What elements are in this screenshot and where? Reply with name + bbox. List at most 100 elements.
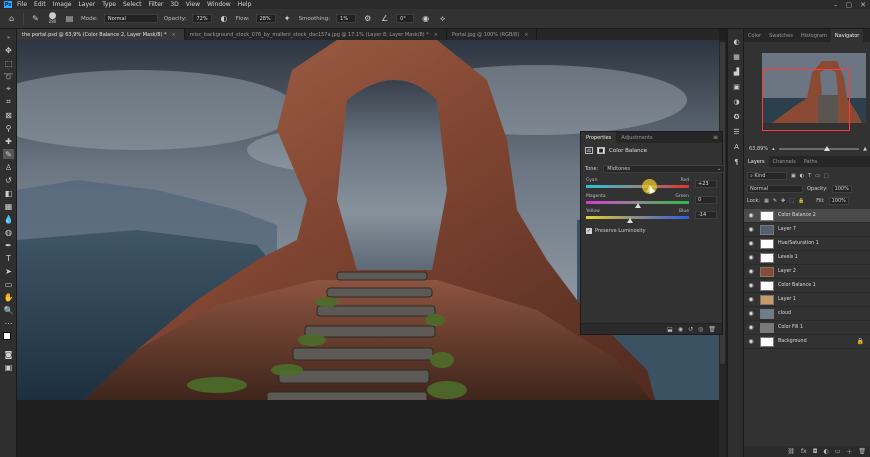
swatches-panel-icon[interactable]: ▦ [731,52,742,62]
yellow-blue-slider[interactable]: Yellow Blue -14 [586,209,717,225]
magenta-green-slider[interactable]: Magenta Green 0 [586,194,717,210]
paragraph-panel-icon[interactable]: ¶ [731,157,742,167]
link-layers-icon[interactable]: ⛓ [787,448,795,455]
filter-pixel-icon[interactable]: ▣ [791,173,796,179]
tab-portal-jpg[interactable]: Portal.jpg @ 100% (RGB/8) × [447,29,538,40]
brush-tool-icon[interactable]: ✎ [3,149,14,159]
menu-file[interactable]: File [17,1,27,8]
layer-thumbnail[interactable] [760,322,774,333]
slider-knob[interactable] [627,218,634,223]
layer-name[interactable]: Layer 7 [778,227,796,232]
new-adjustment-icon[interactable]: ◐ [823,448,828,455]
tab-swatches[interactable]: Swatches [765,29,797,42]
opacity-field[interactable]: 72% [192,14,213,23]
menu-view[interactable]: View [186,1,200,8]
layer-row[interactable]: ◉ Layer 2 [744,265,870,279]
layer-name[interactable]: Color Balance 1 [778,283,816,288]
slider-value-field[interactable]: 0 [695,196,717,204]
smoothing-field[interactable]: 1% [336,14,357,23]
layer-name[interactable]: Color Fill 1 [778,325,803,330]
layer-thumbnail[interactable] [760,210,774,221]
airbrush-icon[interactable]: ✦ [282,13,293,24]
menu-window[interactable]: Window [207,1,231,8]
eye-icon[interactable]: ◉ [746,282,756,289]
new-group-icon[interactable]: ▭ [835,448,841,455]
marquee-tool-icon[interactable]: ⬚ [3,58,14,68]
close-tab-icon[interactable]: × [172,32,176,38]
mask-icon[interactable]: ■ [597,147,605,154]
navigator-view-rectangle[interactable] [762,69,850,131]
layer-thumbnail[interactable] [760,336,774,347]
lock-image-icon[interactable]: ✎ [773,198,777,204]
history-brush-tool-icon[interactable]: ↺ [3,175,14,185]
layer-row[interactable]: ◉ Color Fill 1 [744,321,870,335]
zoom-tool-icon[interactable]: 🔍 [3,305,14,315]
tab-channels[interactable]: Channels [769,155,800,168]
filter-type-icon[interactable]: T [808,173,811,179]
filter-smart-icon[interactable]: ⬚ [824,173,829,179]
histogram-panel-icon[interactable]: ▟ [731,67,742,77]
menu-type[interactable]: Type [102,1,116,8]
blur-tool-icon[interactable]: 💧 [3,214,14,224]
layer-row[interactable]: ◉ Background 🔒 [744,335,870,349]
pen-tool-icon[interactable]: ✒ [3,240,14,250]
layer-name[interactable]: Hue/Saturation 1 [778,241,819,246]
layer-thumbnail[interactable] [760,294,774,305]
layer-thumbnail[interactable] [760,238,774,249]
quick-mask-icon[interactable]: ◙ [3,349,14,359]
lock-all-icon[interactable]: 🔒 [798,198,804,204]
clone-stamp-tool-icon[interactable]: ♙ [3,162,14,172]
layer-thumbnail[interactable] [760,308,774,319]
layer-row[interactable]: ◉ Levels 1 [744,251,870,265]
tab-histogram[interactable]: Histogram [797,29,831,42]
view-previous-icon[interactable]: ◉ [678,326,683,333]
minimize-button[interactable]: – [834,1,838,9]
new-layer-icon[interactable]: ＋ [846,447,852,456]
filter-adjustment-icon[interactable]: ◐ [800,173,804,179]
slider-track[interactable] [586,216,689,219]
close-window-button[interactable]: ✕ [860,1,866,9]
layer-row[interactable]: ◉ Layer 1 [744,293,870,307]
layer-name[interactable]: cloud [778,311,791,316]
mode-select[interactable]: Normal [103,14,158,23]
tab-the-portal[interactable]: the portal.psd @ 63,9% (Color Balance 2,… [17,29,185,40]
pressure-opacity-icon[interactable]: ◐ [218,13,229,24]
menu-edit[interactable]: Edit [34,1,46,8]
layer-thumbnail[interactable] [760,224,774,235]
slider-value-field[interactable]: +23 [695,180,717,188]
eye-icon[interactable]: ◉ [746,240,756,247]
zoom-in-icon[interactable]: ▲ [863,146,867,152]
menu-3d[interactable]: 3D [170,1,178,8]
navigator-panel-icon[interactable]: ▣ [731,82,742,92]
close-tab-icon[interactable]: × [434,32,438,38]
tab-layers[interactable]: Layers [744,155,769,168]
trash-icon[interactable]: 🗑 [708,326,716,333]
symmetry-icon[interactable]: ⟡ [437,13,448,24]
lasso-tool-icon[interactable]: ➰ [3,71,14,81]
eye-icon[interactable]: ◉ [746,226,756,233]
layer-row[interactable]: ◉ cloud [744,307,870,321]
character-panel-icon[interactable]: A [731,142,742,152]
lock-transparent-icon[interactable]: ▦ [764,198,769,204]
tab-color[interactable]: Color [744,29,765,42]
eyedropper-tool-icon[interactable]: ⚲ [3,123,14,133]
tab-paths[interactable]: Paths [800,155,822,168]
layer-row[interactable]: ◉ Layer 7 [744,223,870,237]
filter-shape-icon[interactable]: ▭ [815,173,820,179]
foreground-color-swatch[interactable] [3,332,11,340]
flow-field[interactable]: 28% [255,14,276,23]
healing-tool-icon[interactable]: ✚ [3,136,14,146]
tab-navigator[interactable]: Navigator [830,29,864,42]
eye-icon[interactable]: ◉ [746,296,756,303]
menu-layer[interactable]: Layer [78,1,95,8]
zoom-slider[interactable] [778,146,860,151]
layer-name[interactable]: Layer 1 [778,297,796,302]
slider-value-field[interactable]: -14 [695,211,717,219]
path-select-tool-icon[interactable]: ➤ [3,266,14,276]
reset-icon[interactable]: ↺ [688,326,693,333]
preserve-luminosity-checkbox[interactable]: ✓ Preserve Luminosity [586,228,646,234]
properties-panel-icon[interactable]: ☰ [731,127,742,137]
tab-background-stock[interactable]: misc_background_stock_076_by_malleni_sto… [185,29,447,40]
eye-icon[interactable]: ◉ [746,254,756,261]
layer-name[interactable]: Layer 2 [778,269,796,274]
